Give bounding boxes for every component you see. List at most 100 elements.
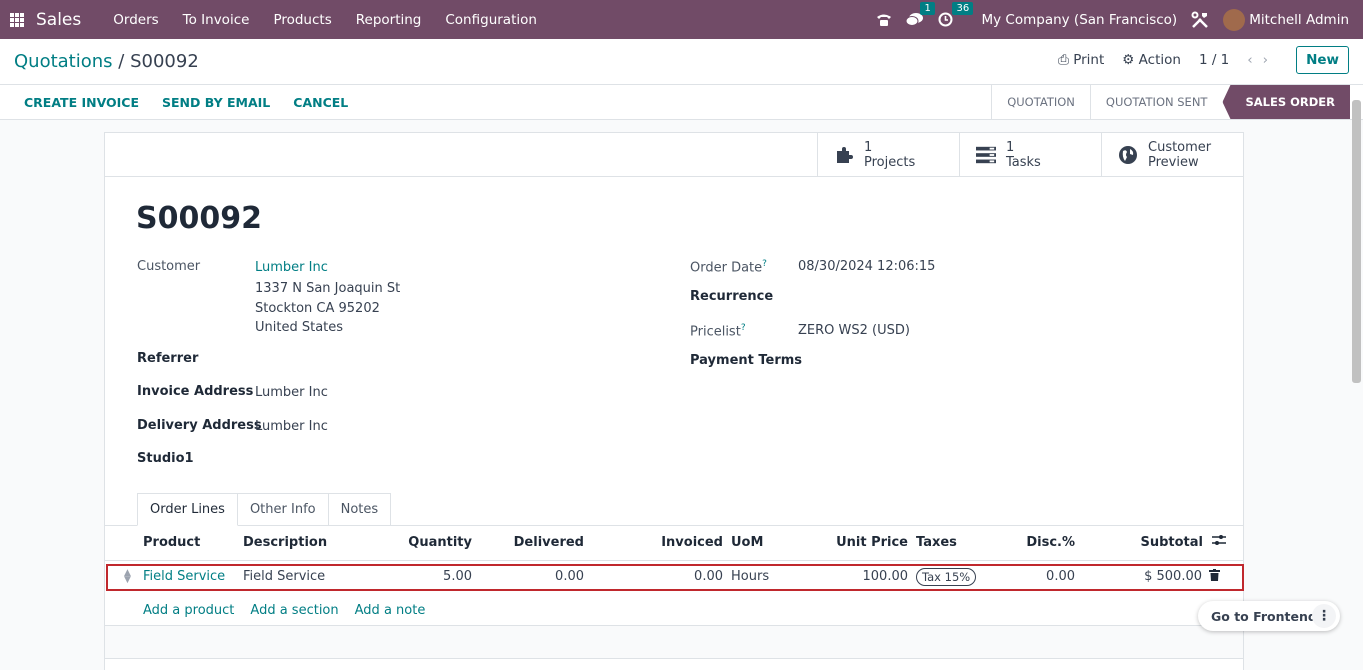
tab-order-lines[interactable]: Order Lines: [137, 493, 238, 526]
breadcrumb-current: S00092: [130, 51, 199, 72]
menu-reporting[interactable]: Reporting: [344, 12, 434, 28]
col-delivered[interactable]: Delivered: [514, 535, 584, 550]
col-taxes[interactable]: Taxes: [916, 535, 957, 550]
row-discount[interactable]: 0.00: [1046, 569, 1075, 584]
control-panel: Quotations / S00092 ⎙ Print ⚙ Action 1 /…: [0, 39, 1363, 85]
customer-address-line2: Stockton CA 95202: [255, 301, 380, 316]
menu-products[interactable]: Products: [261, 12, 343, 28]
referrer-label: Referrer: [137, 351, 199, 366]
apps-menu-icon[interactable]: [10, 12, 24, 27]
print-button[interactable]: ⎙ Print: [1058, 52, 1104, 68]
customer-preview-line1: Customer: [1148, 140, 1212, 155]
help-icon[interactable]: ?: [762, 259, 767, 269]
go-to-frontend-button[interactable]: Go to Frontend ⋮: [1198, 601, 1340, 631]
row-invoiced: 0.00: [694, 569, 723, 584]
action-button[interactable]: ⚙ Action: [1122, 52, 1181, 68]
help-icon[interactable]: ?: [741, 323, 746, 333]
payment-terms-label: Payment Terms: [690, 353, 803, 368]
go-to-frontend-label: Go to Frontend: [1211, 608, 1317, 624]
print-label: Print: [1073, 52, 1105, 68]
col-invoiced[interactable]: Invoiced: [661, 535, 723, 550]
breadcrumb-quotations[interactable]: Quotations: [14, 51, 113, 72]
add-product-link[interactable]: Add a product: [143, 603, 234, 618]
user-menu[interactable]: Mitchell Admin: [1223, 8, 1349, 31]
record-title: S00092: [136, 201, 262, 236]
col-product[interactable]: Product: [143, 535, 200, 550]
optional-columns-icon[interactable]: [1212, 534, 1226, 550]
phone-icon[interactable]: [876, 13, 892, 27]
col-unit-price[interactable]: Unit Price: [836, 535, 908, 550]
add-note-link[interactable]: Add a note: [355, 603, 426, 618]
status-bar: CREATE INVOICE SEND BY EMAIL CANCEL QUOT…: [0, 85, 1363, 120]
col-subtotal[interactable]: Subtotal: [1140, 535, 1203, 550]
tab-other-info[interactable]: Other Info: [237, 493, 329, 526]
puzzle-icon: [834, 145, 854, 165]
new-button[interactable]: New: [1296, 46, 1349, 74]
app-brand[interactable]: Sales: [36, 10, 81, 30]
recurrence-label: Recurrence: [690, 289, 774, 304]
menu-orders[interactable]: Orders: [101, 12, 170, 28]
col-description[interactable]: Description: [243, 535, 327, 550]
activities-icon[interactable]: 36: [938, 2, 974, 27]
pricelist-value[interactable]: ZERO WS2 (USD): [798, 323, 910, 338]
projects-label: Projects: [864, 155, 916, 170]
globe-icon: [1118, 145, 1138, 165]
drag-handle-icon[interactable]: ▲ ▼: [124, 569, 131, 585]
page-scrollbar[interactable]: [1352, 100, 1361, 383]
chevron-left-icon[interactable]: ‹: [1247, 52, 1262, 68]
form-sheet: 1 Projects 1 Tasks Customer Preview S00092 …: [104, 132, 1244, 670]
customer-preview-line2: Preview: [1148, 155, 1199, 170]
smart-buttons: 1 Projects 1 Tasks Customer Preview: [105, 133, 1243, 177]
chevron-right-icon[interactable]: ›: [1263, 52, 1278, 68]
action-label: Action: [1138, 52, 1181, 68]
order-date-label: Order Date?: [690, 259, 767, 276]
kebab-menu-icon[interactable]: ⋮: [1312, 604, 1336, 628]
stage-pipeline: QUOTATION QUOTATION SENT SALES ORDER: [991, 85, 1350, 119]
create-invoice-button[interactable]: CREATE INVOICE: [24, 95, 139, 110]
company-switcher[interactable]: My Company (San Francisco): [981, 12, 1177, 28]
pricelist-label: Pricelist?: [690, 323, 746, 340]
delivery-address-label: Delivery Address: [137, 418, 262, 433]
stage-quotation-sent[interactable]: QUOTATION SENT: [1089, 85, 1223, 119]
row-delivered[interactable]: 0.00: [555, 569, 584, 584]
tasks-smart-button[interactable]: 1 Tasks: [959, 133, 1101, 177]
menu-to-invoice[interactable]: To Invoice: [171, 12, 262, 28]
row-description[interactable]: Field Service: [243, 569, 325, 584]
activities-badge: 36: [952, 2, 974, 15]
customer-link[interactable]: Lumber Inc: [255, 260, 328, 275]
col-discount[interactable]: Disc.%: [1026, 535, 1075, 550]
pager-value[interactable]: 1 / 1: [1199, 52, 1229, 68]
col-quantity[interactable]: Quantity: [408, 535, 472, 550]
delivery-address-value[interactable]: Lumber Inc: [255, 419, 328, 434]
user-name: Mitchell Admin: [1249, 11, 1349, 28]
col-uom[interactable]: UoM: [731, 535, 763, 550]
messages-icon[interactable]: 1: [906, 2, 935, 27]
add-section-link[interactable]: Add a section: [250, 603, 338, 618]
send-by-email-button[interactable]: SEND BY EMAIL: [162, 95, 270, 110]
row-quantity[interactable]: 5.00: [443, 569, 472, 584]
stage-quotation[interactable]: QUOTATION: [991, 85, 1090, 119]
row-uom[interactable]: Hours: [731, 569, 769, 584]
row-subtotal: $ 500.00: [1144, 569, 1202, 584]
print-icon: ⎙: [1058, 52, 1069, 68]
trash-icon[interactable]: [1209, 569, 1220, 585]
tab-notes[interactable]: Notes: [328, 493, 392, 526]
projects-count: 1: [864, 140, 873, 155]
cancel-button[interactable]: CANCEL: [293, 95, 348, 110]
invoice-address-value[interactable]: Lumber Inc: [255, 385, 328, 400]
header-divider: [105, 560, 1243, 561]
customer-preview-smart-button[interactable]: Customer Preview: [1101, 133, 1243, 177]
projects-smart-button[interactable]: 1 Projects: [817, 133, 959, 177]
order-date-value[interactable]: 08/30/2024 12:06:15: [798, 259, 935, 274]
top-navbar: Sales Orders To Invoice Products Reporti…: [0, 0, 1363, 39]
stage-sales-order[interactable]: SALES ORDER: [1222, 85, 1350, 119]
row-unit-price[interactable]: 100.00: [863, 569, 909, 584]
breadcrumb-separator: /: [118, 51, 125, 72]
control-actions: ⎙ Print ⚙ Action 1 / 1 ‹› New: [1058, 46, 1349, 74]
tax-tag[interactable]: Tax 15%: [916, 568, 977, 586]
row-product[interactable]: Field Service: [143, 569, 225, 584]
menu-configuration[interactable]: Configuration: [433, 12, 549, 28]
add-line-links: Add a product Add a section Add a note: [143, 603, 425, 618]
tasks-icon: [976, 145, 996, 165]
debug-tools-icon[interactable]: [1191, 11, 1209, 29]
